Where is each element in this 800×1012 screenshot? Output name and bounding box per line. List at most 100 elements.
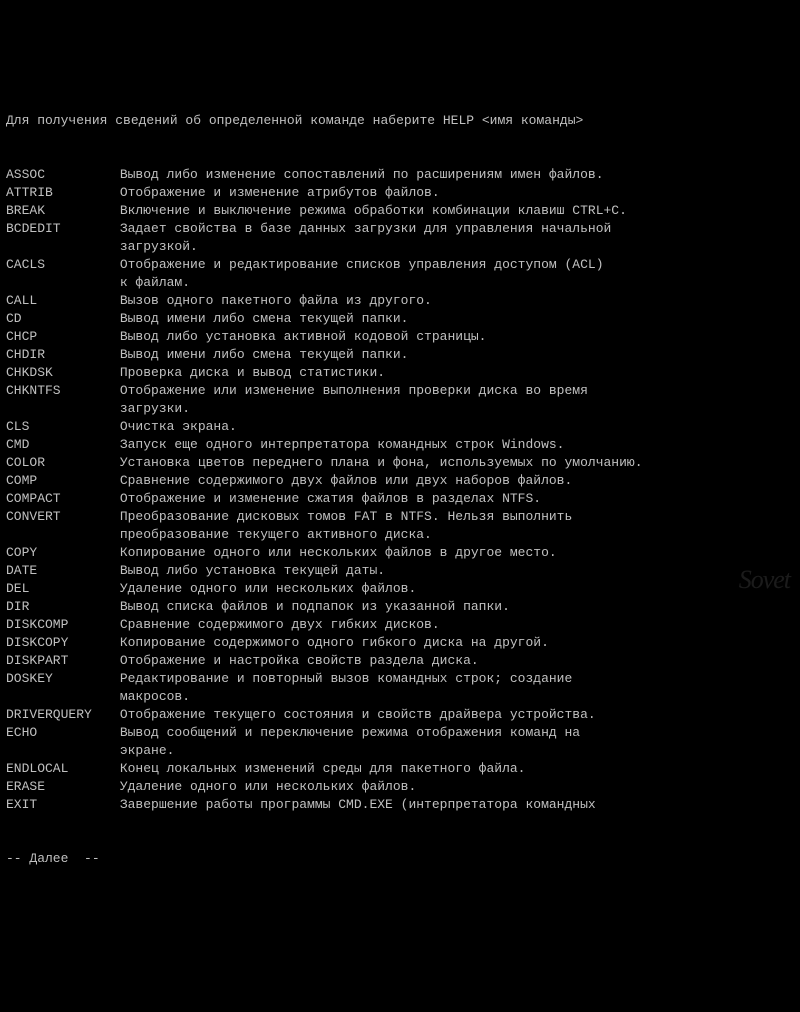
command-description: Копирование одного или нескольких файлов… bbox=[112, 544, 794, 562]
command-name bbox=[6, 238, 112, 256]
command-description: Вызов одного пакетного файла из другого. bbox=[112, 292, 794, 310]
command-name: DOSKEY bbox=[6, 670, 112, 688]
command-description: Отображение и редактирование списков упр… bbox=[112, 256, 794, 274]
command-name: ASSOC bbox=[6, 166, 112, 184]
command-row: DATE Вывод либо установка текущей даты. bbox=[6, 562, 794, 580]
command-description: Вывод списка файлов и подпапок из указан… bbox=[112, 598, 794, 616]
command-row: CALL Вызов одного пакетного файла из дру… bbox=[6, 292, 794, 310]
command-name: BCDEDIT bbox=[6, 220, 112, 238]
command-name: ECHO bbox=[6, 724, 112, 742]
command-description: Отображение или изменение выполнения про… bbox=[112, 382, 794, 400]
command-row: ASSOC Вывод либо изменение сопоставлений… bbox=[6, 166, 794, 184]
command-name: COLOR bbox=[6, 454, 112, 472]
command-description: Вывод либо установка активной кодовой ст… bbox=[112, 328, 794, 346]
command-row: к файлам. bbox=[6, 274, 794, 292]
command-name: BREAK bbox=[6, 202, 112, 220]
command-name bbox=[6, 742, 112, 760]
command-description: Сравнение содержимого двух гибких дисков… bbox=[112, 616, 794, 634]
command-row: EXIT Завершение работы программы CMD.EXE… bbox=[6, 796, 794, 814]
command-row: DIR Вывод списка файлов и подпапок из ук… bbox=[6, 598, 794, 616]
command-description: Удаление одного или нескольких файлов. bbox=[112, 778, 794, 796]
command-description: преобразование текущего активного диска. bbox=[112, 526, 794, 544]
command-row: ATTRIB Отображение и изменение атрибутов… bbox=[6, 184, 794, 202]
command-description: Проверка диска и вывод статистики. bbox=[112, 364, 794, 382]
command-name: CONVERT bbox=[6, 508, 112, 526]
command-description: Вывод имени либо смена текущей папки. bbox=[112, 346, 794, 364]
command-description: Отображение и настройка свойств раздела … bbox=[112, 652, 794, 670]
command-name: COMP bbox=[6, 472, 112, 490]
command-description: Преобразование дисковых томов FAT в NTFS… bbox=[112, 508, 794, 526]
command-name: COMPACT bbox=[6, 490, 112, 508]
more-prompt-line[interactable]: -- Далее -- bbox=[6, 850, 794, 868]
command-description: Отображение и изменение атрибутов файлов… bbox=[112, 184, 794, 202]
command-description: Вывод либо изменение сопоставлений по ра… bbox=[112, 166, 794, 184]
command-row: загрузкой. bbox=[6, 238, 794, 256]
command-name: ERASE bbox=[6, 778, 112, 796]
command-row: DRIVERQUERY Отображение текущего состоян… bbox=[6, 706, 794, 724]
command-description: Вывод либо установка текущей даты. bbox=[112, 562, 794, 580]
command-description: загрузкой. bbox=[112, 238, 794, 256]
command-row: DISKCOPY Копирование содержимого одного … bbox=[6, 634, 794, 652]
intro-text: Для получения сведений об определенной к… bbox=[6, 112, 583, 130]
command-description: Отображение и изменение сжатия файлов в … bbox=[112, 490, 794, 508]
command-description: Установка цветов переднего плана и фона,… bbox=[112, 454, 794, 472]
command-name: COPY bbox=[6, 544, 112, 562]
command-row: DOSKEY Редактирование и повторный вызов … bbox=[6, 670, 794, 688]
command-name: DATE bbox=[6, 562, 112, 580]
command-row: CHKDSK Проверка диска и вывод статистики… bbox=[6, 364, 794, 382]
command-row: DISKCOMP Сравнение содержимого двух гибк… bbox=[6, 616, 794, 634]
command-description: Отображение текущего состояния и свойств… bbox=[112, 706, 794, 724]
command-description: Запуск еще одного интерпретатора командн… bbox=[112, 436, 794, 454]
command-description: загрузки. bbox=[112, 400, 794, 418]
command-description: Вывод сообщений и переключение режима от… bbox=[112, 724, 794, 742]
command-row: CONVERT Преобразование дисковых томов FA… bbox=[6, 508, 794, 526]
command-list: ASSOC Вывод либо изменение сопоставлений… bbox=[6, 166, 794, 814]
command-name: EXIT bbox=[6, 796, 112, 814]
intro-line: Для получения сведений об определенной к… bbox=[6, 112, 794, 130]
command-name bbox=[6, 400, 112, 418]
command-name: ATTRIB bbox=[6, 184, 112, 202]
command-name: CHKDSK bbox=[6, 364, 112, 382]
command-name bbox=[6, 526, 112, 544]
command-name: CMD bbox=[6, 436, 112, 454]
command-name: DISKPART bbox=[6, 652, 112, 670]
command-row: COMP Сравнение содержимого двух файлов и… bbox=[6, 472, 794, 490]
command-description: макросов. bbox=[112, 688, 794, 706]
command-description: Включение и выключение режима обработки … bbox=[112, 202, 794, 220]
command-name: DIR bbox=[6, 598, 112, 616]
command-row: CACLS Отображение и редактирование списк… bbox=[6, 256, 794, 274]
command-description: экране. bbox=[112, 742, 794, 760]
command-row: CHKNTFS Отображение или изменение выполн… bbox=[6, 382, 794, 400]
command-name: DISKCOMP bbox=[6, 616, 112, 634]
command-row: CLS Очистка экрана. bbox=[6, 418, 794, 436]
command-row: DISKPART Отображение и настройка свойств… bbox=[6, 652, 794, 670]
command-row: COPY Копирование одного или нескольких ф… bbox=[6, 544, 794, 562]
command-row: ERASE Удаление одного или нескольких фай… bbox=[6, 778, 794, 796]
command-row: BREAK Включение и выключение режима обра… bbox=[6, 202, 794, 220]
command-row: CD Вывод имени либо смена текущей папки. bbox=[6, 310, 794, 328]
command-name bbox=[6, 274, 112, 292]
command-description: Копирование содержимого одного гибкого д… bbox=[112, 634, 794, 652]
terminal-output[interactable]: Для получения сведений об определенной к… bbox=[6, 76, 794, 886]
command-row: экране. bbox=[6, 742, 794, 760]
command-name: DRIVERQUERY bbox=[6, 706, 112, 724]
command-row: ECHO Вывод сообщений и переключение режи… bbox=[6, 724, 794, 742]
command-name: CACLS bbox=[6, 256, 112, 274]
command-description: Очистка экрана. bbox=[112, 418, 794, 436]
command-description: Задает свойства в базе данных загрузки д… bbox=[112, 220, 794, 238]
command-name: ENDLOCAL bbox=[6, 760, 112, 778]
command-name: CLS bbox=[6, 418, 112, 436]
command-row: макросов. bbox=[6, 688, 794, 706]
command-name: CD bbox=[6, 310, 112, 328]
command-name bbox=[6, 688, 112, 706]
command-name: CALL bbox=[6, 292, 112, 310]
command-row: DEL Удаление одного или нескольких файло… bbox=[6, 580, 794, 598]
command-description: Сравнение содержимого двух файлов или дв… bbox=[112, 472, 794, 490]
command-row: загрузки. bbox=[6, 400, 794, 418]
command-name: CHKNTFS bbox=[6, 382, 112, 400]
command-description: к файлам. bbox=[112, 274, 794, 292]
command-name: DEL bbox=[6, 580, 112, 598]
command-description: Вывод имени либо смена текущей папки. bbox=[112, 310, 794, 328]
command-row: CHCP Вывод либо установка активной кодов… bbox=[6, 328, 794, 346]
command-row: преобразование текущего активного диска. bbox=[6, 526, 794, 544]
